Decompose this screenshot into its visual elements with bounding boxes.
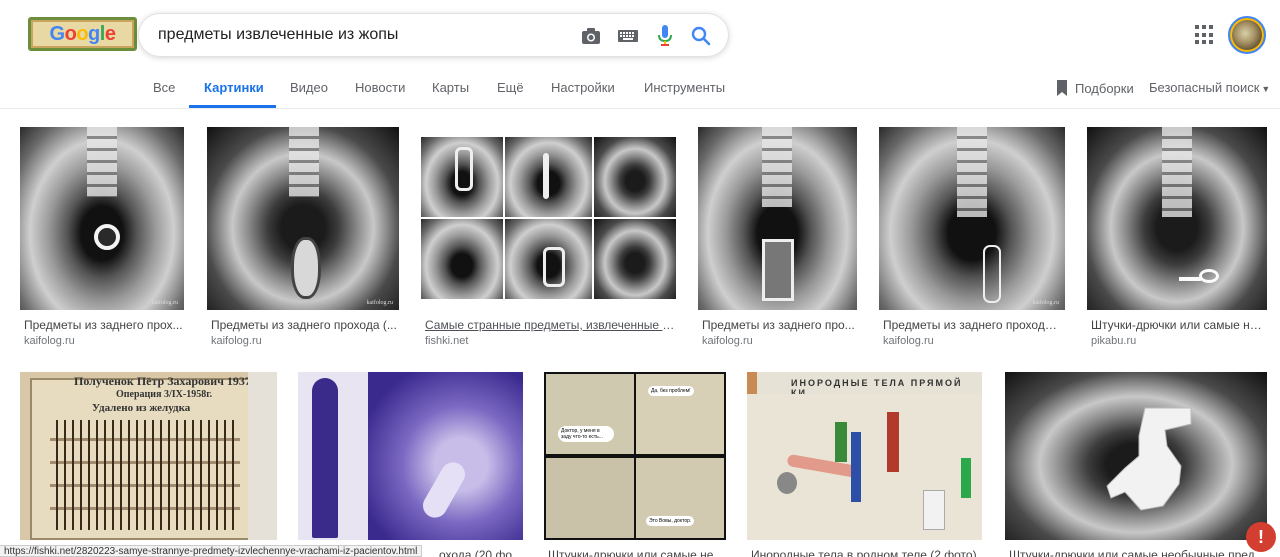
result-title[interactable]: Предметы из заднего прохода (... xyxy=(211,318,397,332)
safe-search-label: Безопасный поиск xyxy=(1149,80,1260,95)
bookmark-icon xyxy=(1057,80,1067,96)
tab-settings[interactable]: Настройки xyxy=(551,80,615,95)
speech-bubble: Это Вовы, доктор. xyxy=(646,516,695,526)
search-box[interactable]: предметы извлеченные из жопы xyxy=(138,13,729,57)
search-input[interactable]: предметы извлеченные из жопы xyxy=(158,26,398,44)
result-thumbnail[interactable] xyxy=(1087,127,1267,310)
plate-text: Удалено из желудка xyxy=(92,402,191,414)
alert-badge[interactable]: ! xyxy=(1246,522,1276,552)
plate-text: Полученок Пётр Захарович 1937г. xyxy=(74,374,259,388)
tab-more[interactable]: Ещё xyxy=(497,80,524,95)
revolver-shape xyxy=(1106,407,1192,511)
result-thumbnail[interactable] xyxy=(298,372,523,540)
collections-button[interactable]: Подборки xyxy=(1055,80,1134,96)
result-thumbnail[interactable]: kaifolog.ru xyxy=(20,127,184,310)
result-title[interactable]: Предметы из заднего прох... xyxy=(24,318,186,332)
camera-icon[interactable] xyxy=(579,24,603,48)
tab-all[interactable]: Все xyxy=(153,80,175,95)
safe-search-dropdown[interactable]: Безопасный поиск ▼ xyxy=(1149,80,1270,95)
result-thumbnail[interactable]: kaifolog.ru xyxy=(879,127,1065,310)
logo-letter: G xyxy=(49,22,66,45)
result-source[interactable]: kaifolog.ru xyxy=(883,335,934,347)
result-thumbnail[interactable]: Да, без проблем! Доктор, у меня в заду ч… xyxy=(544,372,726,540)
logo-letter: e xyxy=(104,22,116,45)
watermark: kaifolog.ru xyxy=(1032,300,1060,306)
result-source[interactable]: kaifolog.ru xyxy=(702,335,753,347)
speech-bubble: Доктор, у меня в заду что-то есть... xyxy=(558,426,614,442)
active-tab-indicator xyxy=(189,105,276,108)
result-title[interactable]: Штучки-дрючки или самые необычные пред..… xyxy=(1009,548,1265,557)
tab-video[interactable]: Видео xyxy=(290,80,328,95)
status-bar-url: https://fishki.net/2820223-samye-stranny… xyxy=(0,545,423,557)
result-source[interactable]: pikabu.ru xyxy=(1091,335,1136,347)
apps-grid-icon[interactable] xyxy=(1195,25,1215,45)
search-icon[interactable] xyxy=(689,24,713,48)
result-source[interactable]: fishki.net xyxy=(425,335,468,347)
plate-text: Операция 3/IX-1958г. xyxy=(116,389,213,400)
result-title[interactable]: Предметы из заднего про... xyxy=(702,318,856,332)
tab-maps[interactable]: Карты xyxy=(432,80,469,95)
result-thumbnail[interactable] xyxy=(421,127,676,310)
watermark: kaifolog.ru xyxy=(151,300,179,306)
tab-images[interactable]: Картинки xyxy=(204,80,264,95)
tab-tools[interactable]: Инструменты xyxy=(644,80,725,95)
result-source[interactable]: kaifolog.ru xyxy=(24,335,75,347)
mic-icon[interactable] xyxy=(653,24,677,48)
result-title[interactable]: Самые странные предметы, извлеченные в..… xyxy=(425,318,678,332)
header: Google предметы извлеченные из жопы Все … xyxy=(0,0,1280,109)
logo-letter: g xyxy=(88,22,100,45)
avatar[interactable] xyxy=(1228,16,1266,54)
result-thumbnail[interactable] xyxy=(1005,372,1267,540)
result-thumbnail[interactable]: ИНОРОДНЫЕ ТЕЛА ПРЯМОЙ КИ xyxy=(747,372,982,540)
result-title[interactable]: Предметы из заднего прохода ... xyxy=(883,318,1063,332)
result-thumbnail[interactable]: kaifolog.ru xyxy=(207,127,399,310)
logo-letter: o xyxy=(76,22,89,45)
collections-label: Подборки xyxy=(1075,80,1134,96)
result-title[interactable]: Штучки-дрючки или самые не... xyxy=(548,548,724,557)
logo-letter: o xyxy=(64,22,77,45)
speech-bubble: Да, без проблем! xyxy=(648,386,694,396)
result-title[interactable]: Штучки-дрючки или самые не... xyxy=(1091,318,1265,332)
result-title[interactable]: Инородные тела в родном теле (2 фото) xyxy=(751,548,981,557)
watermark: kaifolog.ru xyxy=(366,300,394,306)
google-doodle-logo[interactable]: Google xyxy=(28,17,137,51)
result-source[interactable]: kaifolog.ru xyxy=(211,335,262,347)
tab-news[interactable]: Новости xyxy=(355,80,405,95)
keyboard-icon[interactable] xyxy=(616,24,640,48)
caret-down-icon: ▼ xyxy=(1261,84,1271,94)
tabs-bar: Все Картинки Видео Новости Карты Ещё Нас… xyxy=(0,70,1280,108)
result-thumbnail[interactable] xyxy=(698,127,857,310)
result-thumbnail[interactable]: Полученок Пётр Захарович 1937г. Операция… xyxy=(20,372,277,540)
